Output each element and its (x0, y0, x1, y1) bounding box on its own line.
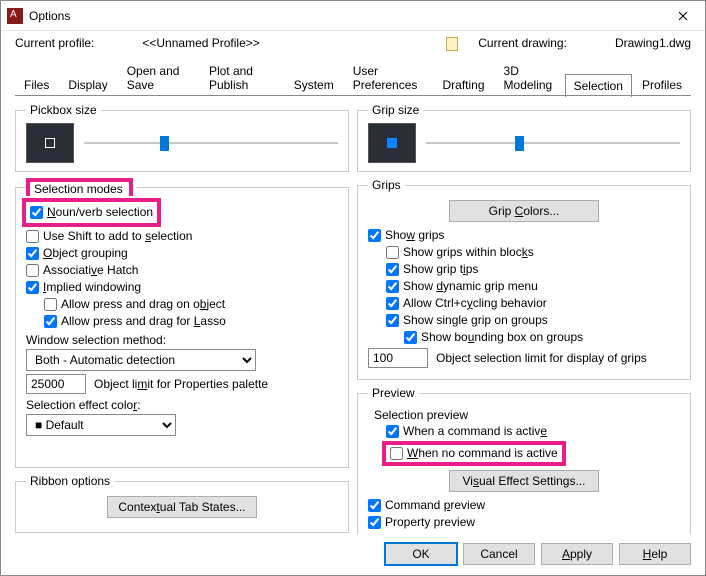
gripsize-legend: Grip size (368, 103, 423, 117)
tabs: Files Display Open and Save Plot and Pub… (1, 59, 705, 96)
current-profile-name: <<Unnamed Profile>> (142, 36, 259, 50)
tab-plot-publish[interactable]: Plot and Publish (200, 59, 284, 96)
shift-add-label: Use Shift to add to selection (43, 229, 192, 244)
press-drag-object-checkbox[interactable] (44, 298, 57, 311)
current-profile-label: Current profile: (15, 36, 94, 50)
grips-legend: Grips (368, 178, 405, 192)
right-column: Grip size Grips Grip Colors... Show grip… (357, 103, 691, 533)
command-preview-checkbox[interactable] (368, 499, 381, 512)
grips-group: Grips Grip Colors... Show grips Show gri… (357, 178, 691, 380)
implied-windowing-checkbox[interactable] (26, 281, 39, 294)
grip-tips-checkbox[interactable] (386, 263, 399, 276)
single-grip-groups-checkbox[interactable] (386, 314, 399, 327)
selection-preview-label: Selection preview (374, 408, 680, 422)
tab-files[interactable]: Files (15, 73, 58, 96)
options-dialog: Options Current profile: <<Unnamed Profi… (0, 0, 706, 576)
selection-effect-color-select[interactable]: ■ Default (26, 414, 176, 436)
pickbox-slider[interactable] (84, 133, 338, 153)
current-drawing-name: Drawing1.dwg (615, 36, 691, 50)
selection-modes-legend: Selection modes (26, 178, 137, 196)
grips-within-blocks-label: Show grips within blocks (403, 245, 534, 260)
press-drag-lasso-label: Allow press and drag for Lasso (61, 314, 226, 329)
left-column: Pickbox size Selection modes (15, 103, 349, 533)
when-command-active-label: When a command is active (403, 424, 547, 439)
bbox-groups-checkbox[interactable] (404, 331, 417, 344)
app-icon (7, 8, 23, 24)
dynamic-grip-menu-checkbox[interactable] (386, 280, 399, 293)
ok-button[interactable]: OK (385, 543, 457, 565)
ctrl-cycling-checkbox[interactable] (386, 297, 399, 310)
tab-user-preferences[interactable]: User Preferences (344, 59, 433, 96)
single-grip-groups-label: Show single grip on groups (403, 313, 548, 328)
tab-3d-modeling[interactable]: 3D Modeling (495, 59, 564, 96)
noun-verb-label: Noun/verb selection (47, 205, 153, 220)
object-grouping-label: Object grouping (43, 246, 128, 261)
pickbox-legend: Pickbox size (26, 103, 101, 117)
ribbon-options-legend: Ribbon options (26, 474, 114, 488)
preview-group: Preview Selection preview When a command… (357, 386, 691, 535)
assoc-hatch-checkbox[interactable] (26, 264, 39, 277)
grip-display-limit-input[interactable] (368, 348, 428, 368)
tab-profiles[interactable]: Profiles (633, 73, 691, 96)
ribbon-options-group: Ribbon options Contextual Tab States... (15, 474, 349, 533)
preview-legend: Preview (368, 386, 419, 400)
dialog-buttons: OK Cancel Apply Help (1, 535, 705, 575)
grip-display-limit-label: Object selection limit for display of gr… (436, 351, 647, 365)
implied-windowing-label: Implied windowing (43, 280, 141, 295)
pickbox-preview (26, 123, 74, 163)
when-command-active-checkbox[interactable] (386, 425, 399, 438)
object-limit-input[interactable] (26, 374, 86, 394)
press-drag-object-label: Allow press and drag on object (61, 297, 225, 312)
tab-display[interactable]: Display (59, 73, 116, 96)
press-drag-lasso-checkbox[interactable] (44, 315, 57, 328)
drawing-icon (444, 35, 460, 51)
contextual-tab-states-button[interactable]: Contextual Tab States... (107, 496, 257, 518)
object-grouping-checkbox[interactable] (26, 247, 39, 260)
selection-modes-legend-text: Selection modes (34, 182, 123, 196)
tab-selection[interactable]: Selection (565, 74, 632, 97)
window-selection-method-select[interactable]: Both - Automatic detection (26, 349, 256, 371)
bbox-groups-label: Show bounding box on groups (421, 330, 583, 345)
help-button[interactable]: Help (619, 543, 691, 565)
grip-tips-label: Show grip tips (403, 262, 478, 277)
window-title: Options (29, 9, 660, 23)
show-grips-label: Show grips (385, 228, 444, 243)
pickbox-group: Pickbox size (15, 103, 349, 172)
command-preview-label: Command preview (385, 498, 485, 513)
when-no-command-active-label: When no command is active (407, 446, 558, 461)
property-preview-label: Property preview (385, 515, 475, 530)
gripsize-slider[interactable] (426, 133, 680, 153)
assoc-hatch-label: Associative Hatch (43, 263, 138, 278)
when-no-command-active-checkbox[interactable] (390, 447, 403, 460)
tab-content: Pickbox size Selection modes (1, 97, 705, 535)
window-selection-method-label: Window selection method: (26, 333, 338, 347)
property-preview-checkbox[interactable] (368, 516, 381, 529)
close-button[interactable] (660, 1, 705, 31)
gripsize-preview (368, 123, 416, 163)
tab-drafting[interactable]: Drafting (434, 73, 494, 96)
tab-system[interactable]: System (285, 73, 343, 96)
noun-verb-checkbox[interactable] (30, 206, 43, 219)
grip-colors-button[interactable]: Grip Colors... (449, 200, 599, 222)
gripsize-group: Grip size (357, 103, 691, 172)
selection-modes-group: Selection modes Noun/verb selection Use … (15, 178, 349, 468)
titlebar: Options (1, 1, 705, 31)
tab-open-save[interactable]: Open and Save (118, 59, 199, 96)
object-limit-label: Object limit for Properties palette (94, 377, 268, 391)
current-drawing-label: Current drawing: (478, 36, 567, 50)
dynamic-grip-menu-label: Show dynamic grip menu (403, 279, 538, 294)
grips-within-blocks-checkbox[interactable] (386, 246, 399, 259)
selection-effect-color-label: Selection effect color: (26, 398, 338, 412)
apply-button[interactable]: Apply (541, 543, 613, 565)
show-grips-checkbox[interactable] (368, 229, 381, 242)
close-icon (678, 11, 688, 21)
cancel-button[interactable]: Cancel (463, 543, 535, 565)
ctrl-cycling-label: Allow Ctrl+cycling behavior (403, 296, 547, 311)
shift-add-checkbox[interactable] (26, 230, 39, 243)
profile-row: Current profile: <<Unnamed Profile>> Cur… (1, 31, 705, 59)
visual-effect-settings-button[interactable]: Visual Effect Settings... (449, 470, 599, 492)
